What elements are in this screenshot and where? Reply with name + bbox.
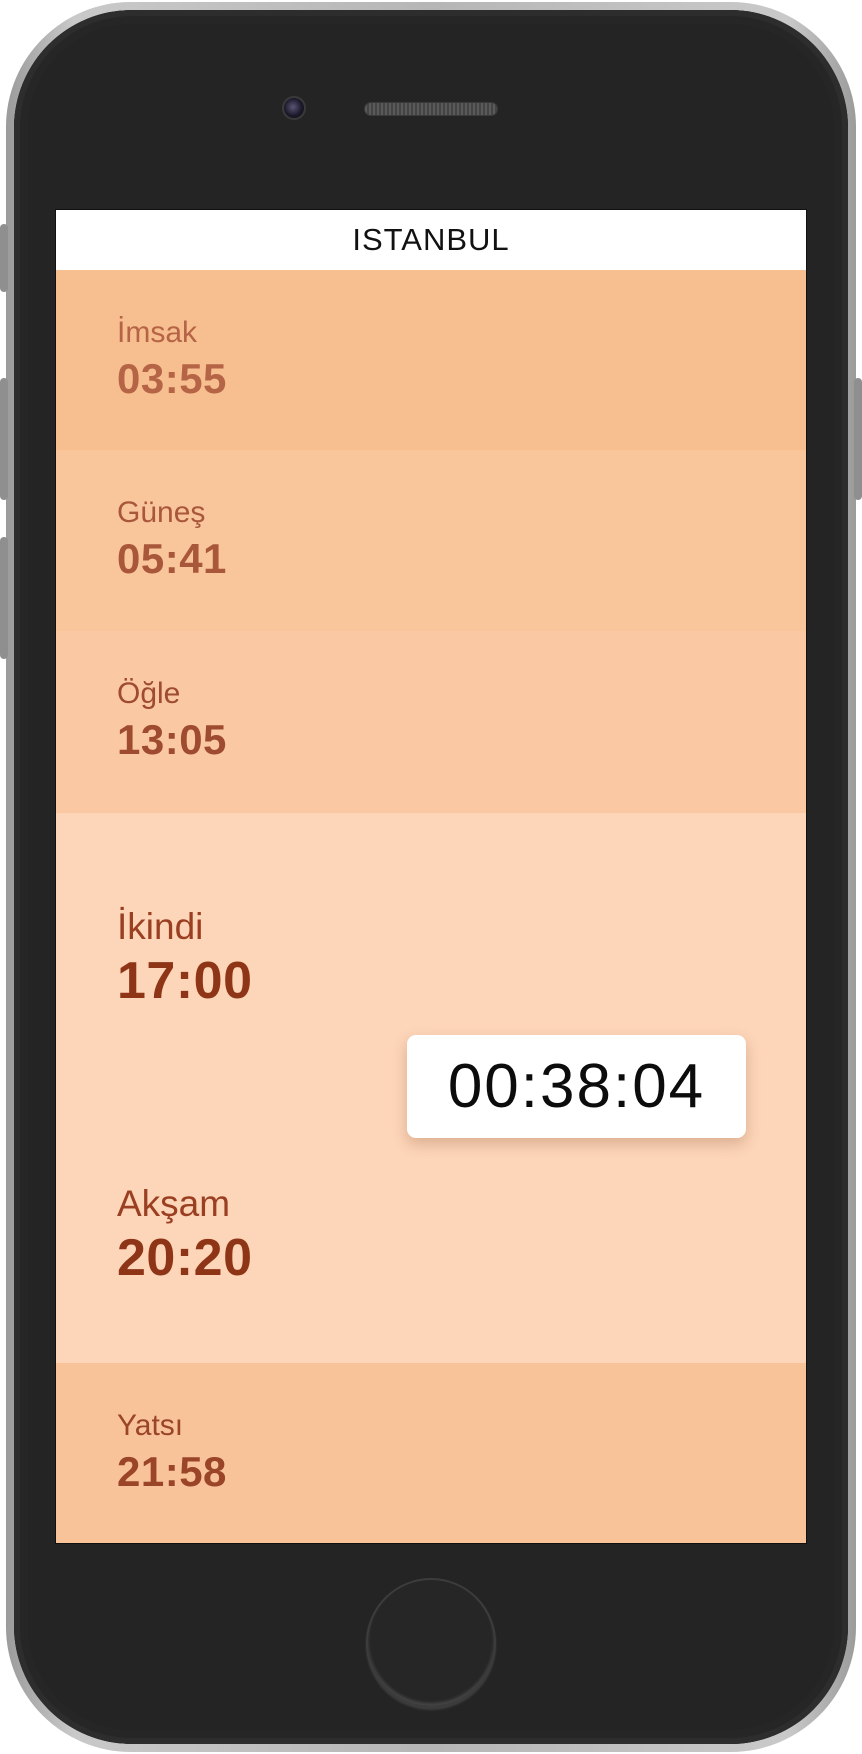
prayer-name: Güneş [117, 496, 206, 529]
prayer-row-aksam: Akşam 20:20 [117, 1185, 253, 1284]
volume-down-button [0, 537, 8, 659]
prayer-time: 03:55 [117, 355, 227, 402]
countdown-card: 00:38:04 [407, 1035, 746, 1138]
prayer-time: 13:05 [117, 716, 227, 763]
power-button [854, 378, 862, 500]
front-camera [282, 96, 306, 120]
countdown-timer: 00:38:04 [447, 1052, 706, 1121]
prayer-name: Akşam [117, 1183, 231, 1224]
prayer-row-ogle: Öğle 13:05 [56, 631, 806, 813]
mute-switch [0, 224, 8, 292]
prayer-time: 05:41 [117, 535, 227, 582]
earpiece-speaker [364, 102, 498, 116]
prayer-time: 17:00 [117, 952, 253, 1010]
prayer-row-imsak: İmsak 03:55 [56, 270, 806, 450]
prayer-time: 21:58 [117, 1448, 227, 1495]
volume-up-button [0, 378, 8, 500]
prayer-name: İkindi [117, 906, 204, 947]
home-button[interactable] [366, 1578, 496, 1708]
city-title: ISTANBUL [352, 222, 510, 257]
prayer-time: 20:20 [117, 1229, 253, 1287]
prayer-name: Yatsı [117, 1409, 184, 1442]
prayer-row-yatsi: Yatsı 21:58 [56, 1363, 806, 1543]
prayer-row-ikindi: İkindi 17:00 [117, 908, 253, 1007]
app-screen: ISTANBUL İmsak 03:55 Güneş 05:41 Öğle 13… [55, 209, 807, 1544]
prayer-row-gunes: Güneş 05:41 [56, 450, 806, 631]
prayer-name: Öğle [117, 677, 181, 710]
header: ISTANBUL [56, 210, 806, 270]
prayer-name: İmsak [117, 316, 198, 349]
